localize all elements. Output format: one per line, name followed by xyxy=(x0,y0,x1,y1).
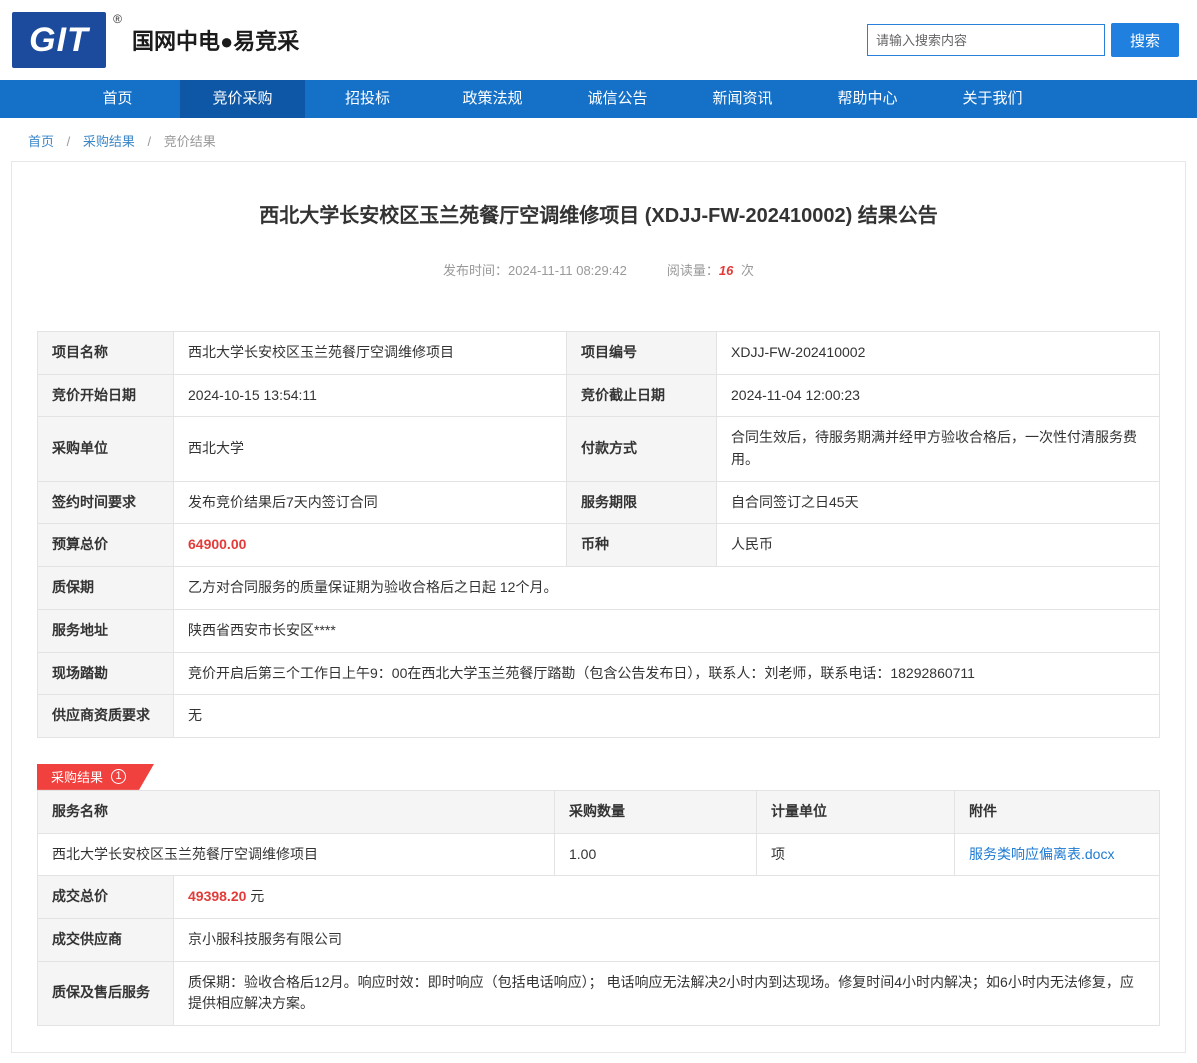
nav-item-tenders[interactable]: 招投标 xyxy=(305,80,430,118)
nav-item-policies[interactable]: 政策法规 xyxy=(430,80,555,118)
table-row: 竞价开始日期 2024-10-15 13:54:11 竞价截止日期 2024-1… xyxy=(37,373,1160,418)
nav-item-home[interactable]: 首页 xyxy=(55,80,180,118)
deal-total-cell: 49398.20 元 xyxy=(173,875,1160,919)
logo-box: GIT xyxy=(12,12,106,68)
nav-item-bidding-procurement[interactable]: 竞价采购 xyxy=(180,80,305,118)
field-value: 陕西省西安市长安区**** xyxy=(173,608,1160,653)
field-value: 发布竞价结果后7天内签订合同 xyxy=(173,480,567,525)
ribbon-label: 采购结果 xyxy=(51,770,104,786)
table-row: 预算总价 64900.00 币种 人民币 xyxy=(37,523,1160,568)
table-row: 成交供应商 京小服科技服务有限公司 xyxy=(37,917,1160,962)
main-nav: 首页 竞价采购 招投标 政策法规 诚信公告 新闻资讯 帮助中心 关于我们 xyxy=(0,80,1197,118)
field-label: 竞价开始日期 xyxy=(37,373,174,418)
field-value: 自合同签订之日45天 xyxy=(716,480,1160,525)
deal-total-amount: 49398.20 xyxy=(188,888,247,905)
nav-item-news[interactable]: 新闻资讯 xyxy=(680,80,805,118)
table-header-row: 服务名称 采购数量 计量单位 附件 xyxy=(37,789,1160,834)
table-row: 签约时间要求 发布竞价结果后7天内签订合同 服务期限 自合同签订之日45天 xyxy=(37,480,1160,525)
quantity-cell: 1.00 xyxy=(554,832,757,877)
table-row: 质保及售后服务 质保期：验收合格后12月。响应时效：即时响应（包括电话响应）； … xyxy=(37,960,1160,1027)
article-meta: 发布时间：2024-11-11 08:29:42 阅读量：16 次 xyxy=(37,260,1160,279)
breadcrumb-current: 竞价结果 xyxy=(163,134,216,149)
service-name-cell: 西北大学长安校区玉兰苑餐厅空调维修项目 xyxy=(37,832,555,877)
breadcrumb-separator: / xyxy=(147,134,152,149)
brand-area: GIT ® 国网中电●易竞采 xyxy=(12,12,299,68)
field-value: 西北大学 xyxy=(173,416,567,482)
field-label: 付款方式 xyxy=(566,416,717,482)
field-label: 项目名称 xyxy=(37,331,174,375)
table-row: 项目名称 西北大学长安校区玉兰苑餐厅空调维修项目 项目编号 XDJJ-FW-20… xyxy=(37,331,1160,375)
field-label: 成交总价 xyxy=(37,875,174,919)
project-details-table: 项目名称 西北大学长安校区玉兰苑餐厅空调维修项目 项目编号 XDJJ-FW-20… xyxy=(37,331,1160,738)
table-row: 采购单位 西北大学 付款方式 合同生效后，待服务期满并经甲方验收合格后，一次性付… xyxy=(37,416,1160,482)
nav-item-about-us[interactable]: 关于我们 xyxy=(930,80,1055,118)
logo: GIT ® xyxy=(12,12,122,68)
field-label: 质保及售后服务 xyxy=(37,960,174,1027)
attachment-link[interactable]: 服务类响应偏离表.docx xyxy=(969,846,1114,862)
field-value: 无 xyxy=(173,694,1160,738)
ribbon-number-badge: 1 xyxy=(111,769,126,784)
column-header-quantity: 采购数量 xyxy=(554,789,757,834)
table-row: 成交总价 49398.20 元 xyxy=(37,875,1160,919)
table-row: 现场踏勘 竞价开启后第三个工作日上午9：00在西北大学玉兰苑餐厅踏勘（包含公告发… xyxy=(37,651,1160,696)
field-label: 质保期 xyxy=(37,566,174,610)
procurement-result-ribbon: 采购结果 1 xyxy=(37,764,154,790)
nav-item-help-center[interactable]: 帮助中心 xyxy=(805,80,930,118)
table-row: 服务地址 陕西省西安市长安区**** xyxy=(37,608,1160,653)
publish-time-value: 2024-11-11 08:29:42 xyxy=(508,263,627,278)
field-value: 西北大学长安校区玉兰苑餐厅空调维修项目 xyxy=(173,331,567,375)
column-header-unit: 计量单位 xyxy=(756,789,955,834)
budget-total-amount: 64900.00 xyxy=(188,536,247,553)
field-label: 预算总价 xyxy=(37,523,174,568)
field-value: 乙方对合同服务的质量保证期为验收合格后之日起 12个月。 xyxy=(173,566,1160,610)
breadcrumb: 首页 / 采购结果 / 竞价结果 xyxy=(0,118,1197,161)
field-label: 成交供应商 xyxy=(37,917,174,962)
table-row: 质保期 乙方对合同服务的质量保证期为验收合格后之日起 12个月。 xyxy=(37,566,1160,610)
views-count: 16 xyxy=(718,263,734,278)
field-label: 现场踏勘 xyxy=(37,651,174,696)
breadcrumb-separator: / xyxy=(66,134,71,149)
nav-item-credit-notices[interactable]: 诚信公告 xyxy=(555,80,680,118)
field-label: 项目编号 xyxy=(566,331,717,375)
announcement-card: 西北大学长安校区玉兰苑餐厅空调维修项目 (XDJJ-FW-202410002) … xyxy=(11,161,1186,1053)
search-input[interactable] xyxy=(867,24,1105,56)
field-value: XDJJ-FW-202410002 xyxy=(716,331,1160,375)
field-label: 采购单位 xyxy=(37,416,174,482)
column-header-attachment: 附件 xyxy=(954,789,1160,834)
breadcrumb-home[interactable]: 首页 xyxy=(28,134,54,149)
table-row: 西北大学长安校区玉兰苑餐厅空调维修项目 1.00 项 服务类响应偏离表.docx xyxy=(37,832,1160,877)
column-header-service: 服务名称 xyxy=(37,789,555,834)
field-value: 合同生效后，待服务期满并经甲方验收合格后，一次性付清服务费用。 xyxy=(716,416,1160,482)
field-value: 2024-10-15 13:54:11 xyxy=(173,373,567,418)
views-unit: 次 xyxy=(740,263,754,278)
unit-cell: 项 xyxy=(756,832,955,877)
page-header: GIT ® 国网中电●易竞采 搜索 xyxy=(0,0,1197,80)
search-button[interactable]: 搜索 xyxy=(1111,23,1179,57)
field-label: 签约时间要求 xyxy=(37,480,174,525)
field-label: 服务期限 xyxy=(566,480,717,525)
field-label: 服务地址 xyxy=(37,608,174,653)
deal-total-unit: 元 xyxy=(250,888,265,905)
brand-name: 国网中电●易竞采 xyxy=(132,29,300,54)
attachment-cell: 服务类响应偏离表.docx xyxy=(954,832,1160,877)
field-value: 人民币 xyxy=(716,523,1160,568)
warranty-cell: 质保期：验收合格后12月。响应时效：即时响应（包括电话响应）； 电话响应无法解决… xyxy=(173,960,1160,1027)
registered-trademark-icon: ® xyxy=(113,12,122,26)
supplier-cell: 京小服科技服务有限公司 xyxy=(173,917,1160,962)
field-value: 竞价开启后第三个工作日上午9：00在西北大学玉兰苑餐厅踏勘（包含公告发布日），联… xyxy=(173,651,1160,696)
views-label: 阅读量： xyxy=(666,263,719,278)
field-label: 竞价截止日期 xyxy=(566,373,717,418)
procurement-result-table: 服务名称 采购数量 计量单位 附件 西北大学长安校区玉兰苑餐厅空调维修项目 1.… xyxy=(37,789,1160,1027)
publish-time-label: 发布时间： xyxy=(443,263,509,278)
logo-text: GIT xyxy=(29,20,89,59)
field-label: 供应商资质要求 xyxy=(37,694,174,738)
field-value: 2024-11-04 12:00:23 xyxy=(716,373,1160,418)
field-value-budget-total: 64900.00 xyxy=(173,523,567,568)
page-title: 西北大学长安校区玉兰苑餐厅空调维修项目 (XDJJ-FW-202410002) … xyxy=(259,205,938,227)
search-area: 搜索 xyxy=(867,23,1179,57)
field-label: 币种 xyxy=(566,523,717,568)
table-row: 供应商资质要求 无 xyxy=(37,694,1160,738)
breadcrumb-procurement-results[interactable]: 采购结果 xyxy=(83,134,135,149)
